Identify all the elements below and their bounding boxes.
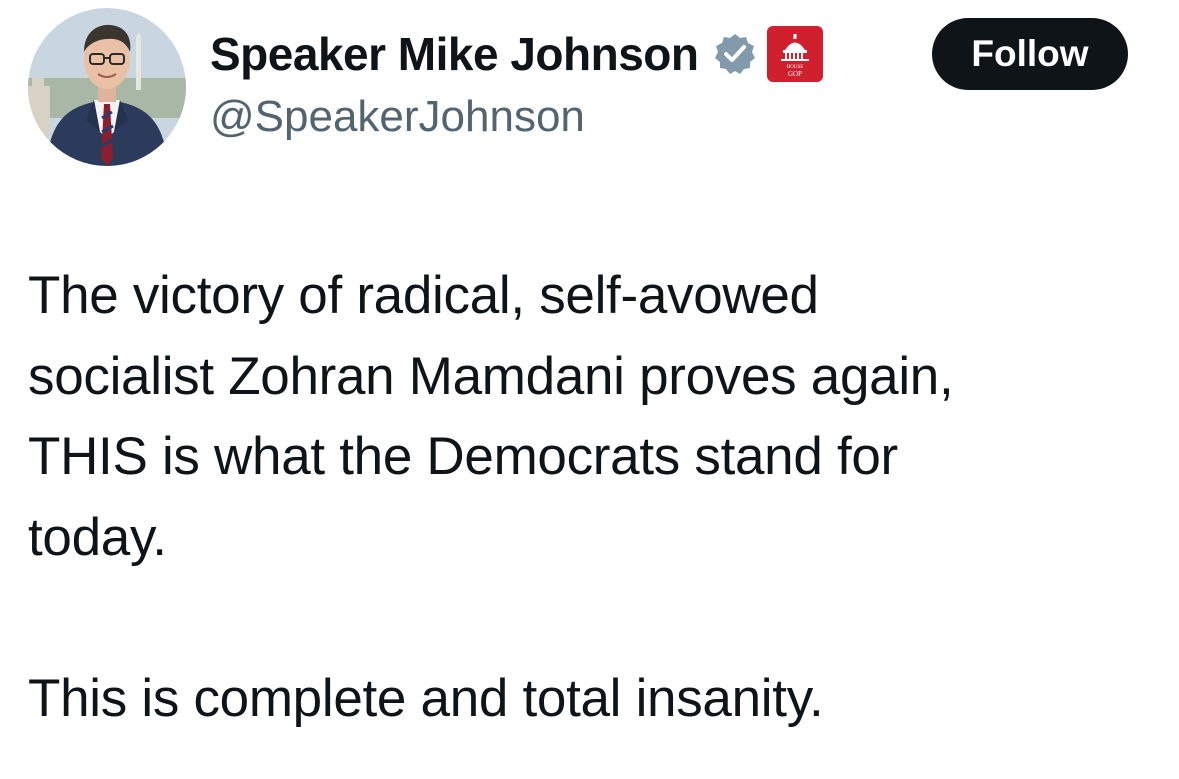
tweet-text-line: The victory of radical, self-avowed [28, 266, 819, 325]
author-name-row: Speaker Mike Johnson HOUSE GOP [210, 24, 823, 84]
house-gop-badge-icon[interactable]: HOUSE GOP [766, 26, 823, 82]
author-handle[interactable]: @SpeakerJohnson [210, 92, 585, 142]
avatar-image [28, 8, 186, 166]
follow-button[interactable]: Follow [932, 18, 1128, 90]
svg-text:GOP: GOP [787, 70, 801, 78]
tweet-text-line: THIS is what the Democrats stand for [28, 427, 898, 486]
verified-badge-icon[interactable] [713, 32, 757, 76]
tweet-text-line: today. [28, 507, 167, 567]
author-avatar[interactable] [28, 8, 186, 166]
tweet-text-closing: This is complete and total insanity. [28, 668, 824, 728]
tweet-text: The victory of radical, self-avowed soci… [28, 256, 1158, 739]
tweet-text-line: socialist Zohran Mamdani proves again, [28, 346, 954, 406]
author-display-name[interactable]: Speaker Mike Johnson [210, 27, 699, 81]
tweet-card: Speaker Mike Johnson HOUSE GOP @SpeakerJ… [0, 0, 1179, 779]
